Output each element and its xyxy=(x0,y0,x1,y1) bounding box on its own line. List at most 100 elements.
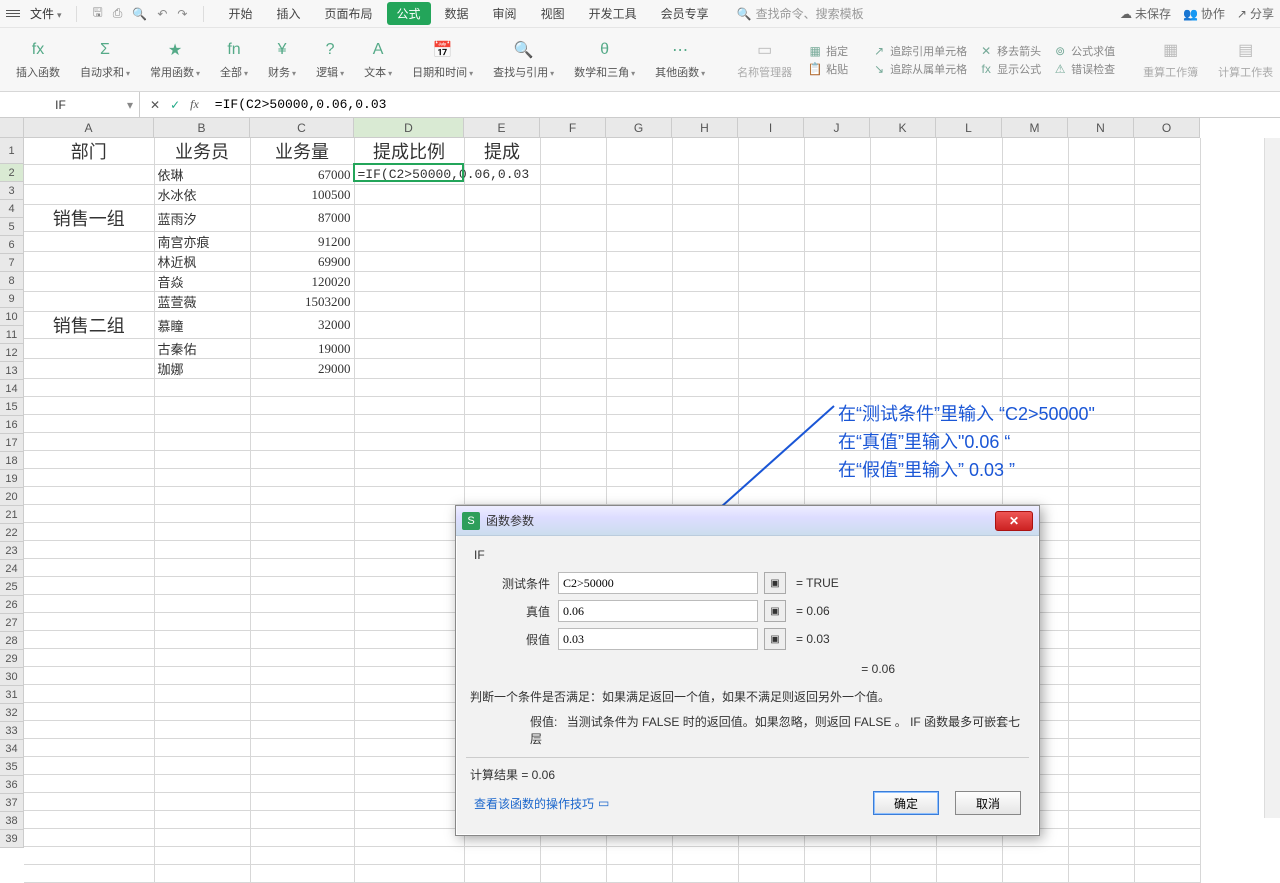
ribbon-btn-8[interactable]: 🔍查找与引用 xyxy=(483,32,564,88)
cell[interactable] xyxy=(540,339,606,359)
cell[interactable] xyxy=(1134,312,1200,339)
cell[interactable] xyxy=(1134,292,1200,312)
cell[interactable] xyxy=(672,847,738,865)
cell[interactable] xyxy=(540,252,606,272)
cell[interactable] xyxy=(1068,847,1134,865)
cell[interactable] xyxy=(250,685,354,703)
cell[interactable] xyxy=(154,505,250,523)
cell[interactable] xyxy=(354,469,464,487)
cell[interactable] xyxy=(354,775,464,793)
cell[interactable] xyxy=(870,292,936,312)
cell[interactable] xyxy=(672,451,738,469)
cell[interactable] xyxy=(1068,379,1134,397)
cell[interactable] xyxy=(738,415,804,433)
row-header-3[interactable]: 3 xyxy=(0,182,24,200)
cell[interactable] xyxy=(1068,312,1134,339)
cell[interactable] xyxy=(1068,721,1134,739)
cell[interactable] xyxy=(738,138,804,165)
cell[interactable] xyxy=(738,339,804,359)
row-header-27[interactable]: 27 xyxy=(0,614,24,632)
cell[interactable] xyxy=(1068,559,1134,577)
cell[interactable] xyxy=(606,138,672,165)
cell[interactable] xyxy=(804,272,870,292)
error-check-btn[interactable]: ⚠错误检查 xyxy=(1053,61,1115,77)
cell[interactable]: 南宫亦痕 xyxy=(154,232,250,252)
fx-icon[interactable]: fx xyxy=(190,97,199,112)
cell[interactable] xyxy=(540,205,606,232)
cell[interactable] xyxy=(354,339,464,359)
cell[interactable] xyxy=(464,847,540,865)
cell[interactable] xyxy=(354,793,464,811)
cell[interactable] xyxy=(24,397,154,415)
cell[interactable] xyxy=(1002,272,1068,292)
cell[interactable] xyxy=(464,415,540,433)
row-header-31[interactable]: 31 xyxy=(0,686,24,704)
cell[interactable] xyxy=(738,205,804,232)
cell[interactable] xyxy=(154,811,250,829)
cell[interactable] xyxy=(606,397,672,415)
cell[interactable] xyxy=(154,613,250,631)
row-header-10[interactable]: 10 xyxy=(0,308,24,326)
ribbon-btn-1[interactable]: Σ自动求和 xyxy=(70,32,140,88)
cell[interactable] xyxy=(540,138,606,165)
cell[interactable] xyxy=(870,138,936,165)
cell[interactable] xyxy=(154,577,250,595)
cell[interactable] xyxy=(672,165,738,185)
cell[interactable] xyxy=(606,379,672,397)
cell[interactable] xyxy=(936,312,1002,339)
cell[interactable] xyxy=(804,292,870,312)
cell[interactable] xyxy=(936,272,1002,292)
cell[interactable] xyxy=(606,865,672,883)
cell[interactable] xyxy=(24,829,154,847)
cell[interactable] xyxy=(250,631,354,649)
cell[interactable]: =IF(C2>50000,0.06,0.03 xyxy=(354,165,464,185)
cell[interactable] xyxy=(24,847,154,865)
cell[interactable] xyxy=(1134,595,1200,613)
cell[interactable] xyxy=(738,865,804,883)
cell[interactable] xyxy=(1068,595,1134,613)
cell[interactable] xyxy=(250,847,354,865)
cell[interactable] xyxy=(804,252,870,272)
row-header-8[interactable]: 8 xyxy=(0,272,24,290)
cell[interactable]: 销售二组 xyxy=(24,312,154,339)
cell[interactable] xyxy=(1068,523,1134,541)
cell[interactable] xyxy=(354,312,464,339)
redo-icon[interactable]: ↷ xyxy=(177,7,187,21)
trace-dep-btn[interactable]: ↘追踪从属单元格 xyxy=(872,61,967,77)
cell[interactable] xyxy=(354,359,464,379)
range-select-icon[interactable]: ▣ xyxy=(764,600,786,622)
cell[interactable] xyxy=(1134,415,1200,433)
cell[interactable] xyxy=(1002,232,1068,252)
cell[interactable] xyxy=(738,487,804,505)
cell[interactable] xyxy=(1068,272,1134,292)
select-all-corner[interactable] xyxy=(0,118,24,138)
row-header-34[interactable]: 34 xyxy=(0,740,24,758)
row-header-23[interactable]: 23 xyxy=(0,542,24,560)
cell[interactable] xyxy=(354,379,464,397)
cell[interactable]: 32000 xyxy=(250,312,354,339)
ribbon-btn-2[interactable]: ★常用函数 xyxy=(140,32,210,88)
cell[interactable] xyxy=(154,829,250,847)
col-header-J[interactable]: J xyxy=(804,118,870,138)
cell[interactable] xyxy=(1134,721,1200,739)
cell[interactable] xyxy=(1134,847,1200,865)
cell[interactable] xyxy=(24,451,154,469)
col-header-K[interactable]: K xyxy=(870,118,936,138)
cell[interactable] xyxy=(354,829,464,847)
cell[interactable] xyxy=(936,205,1002,232)
scrollbar-vertical[interactable] xyxy=(1264,138,1280,818)
col-header-M[interactable]: M xyxy=(1002,118,1068,138)
cell[interactable] xyxy=(24,613,154,631)
cell[interactable] xyxy=(738,359,804,379)
cell[interactable] xyxy=(154,631,250,649)
cell[interactable] xyxy=(540,165,606,185)
cell[interactable] xyxy=(1134,138,1200,165)
row-header-37[interactable]: 37 xyxy=(0,794,24,812)
cell[interactable]: 业务员 xyxy=(154,138,250,165)
cell[interactable] xyxy=(540,292,606,312)
cell[interactable] xyxy=(936,359,1002,379)
tab-2[interactable]: 页面布局 xyxy=(315,2,383,25)
cell[interactable] xyxy=(250,523,354,541)
cell[interactable] xyxy=(464,433,540,451)
cell[interactable] xyxy=(24,649,154,667)
